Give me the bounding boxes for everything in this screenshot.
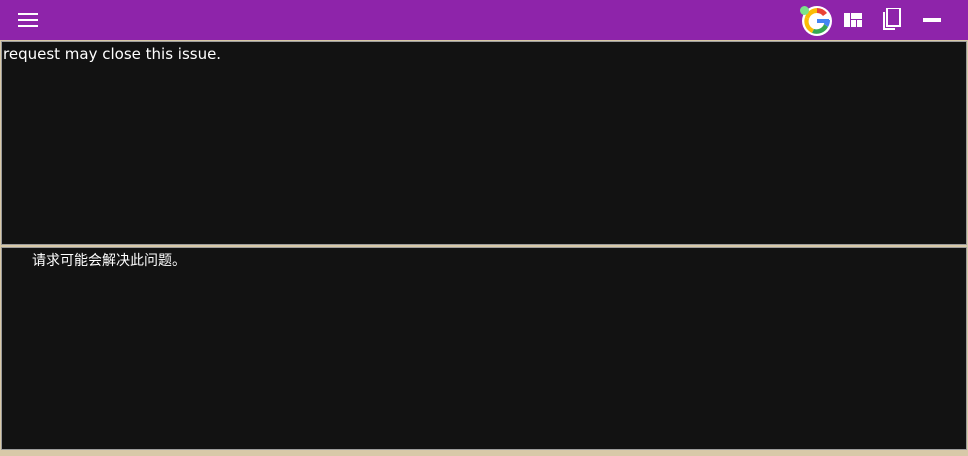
source-text-panel[interactable]: request may close this issue.	[1, 41, 967, 245]
hamburger-menu-icon	[18, 13, 38, 27]
menu-button[interactable]	[10, 0, 46, 40]
source-text: request may close this issue.	[3, 45, 222, 63]
google-logo	[800, 4, 832, 36]
layout-button[interactable]	[835, 0, 871, 40]
status-dot	[800, 6, 809, 15]
minimize-icon	[923, 18, 941, 22]
top-toolbar	[0, 0, 968, 40]
layout-grid-icon	[844, 13, 862, 27]
copy-icon	[883, 8, 901, 30]
translation-text-panel[interactable]: 请求可能会解决此问题。	[1, 247, 967, 450]
copy-button[interactable]	[873, 0, 909, 40]
translation-text: 请求可能会解决此问题。	[32, 253, 186, 269]
minimize-button[interactable]	[914, 0, 950, 40]
google-translate-button[interactable]	[798, 0, 834, 40]
